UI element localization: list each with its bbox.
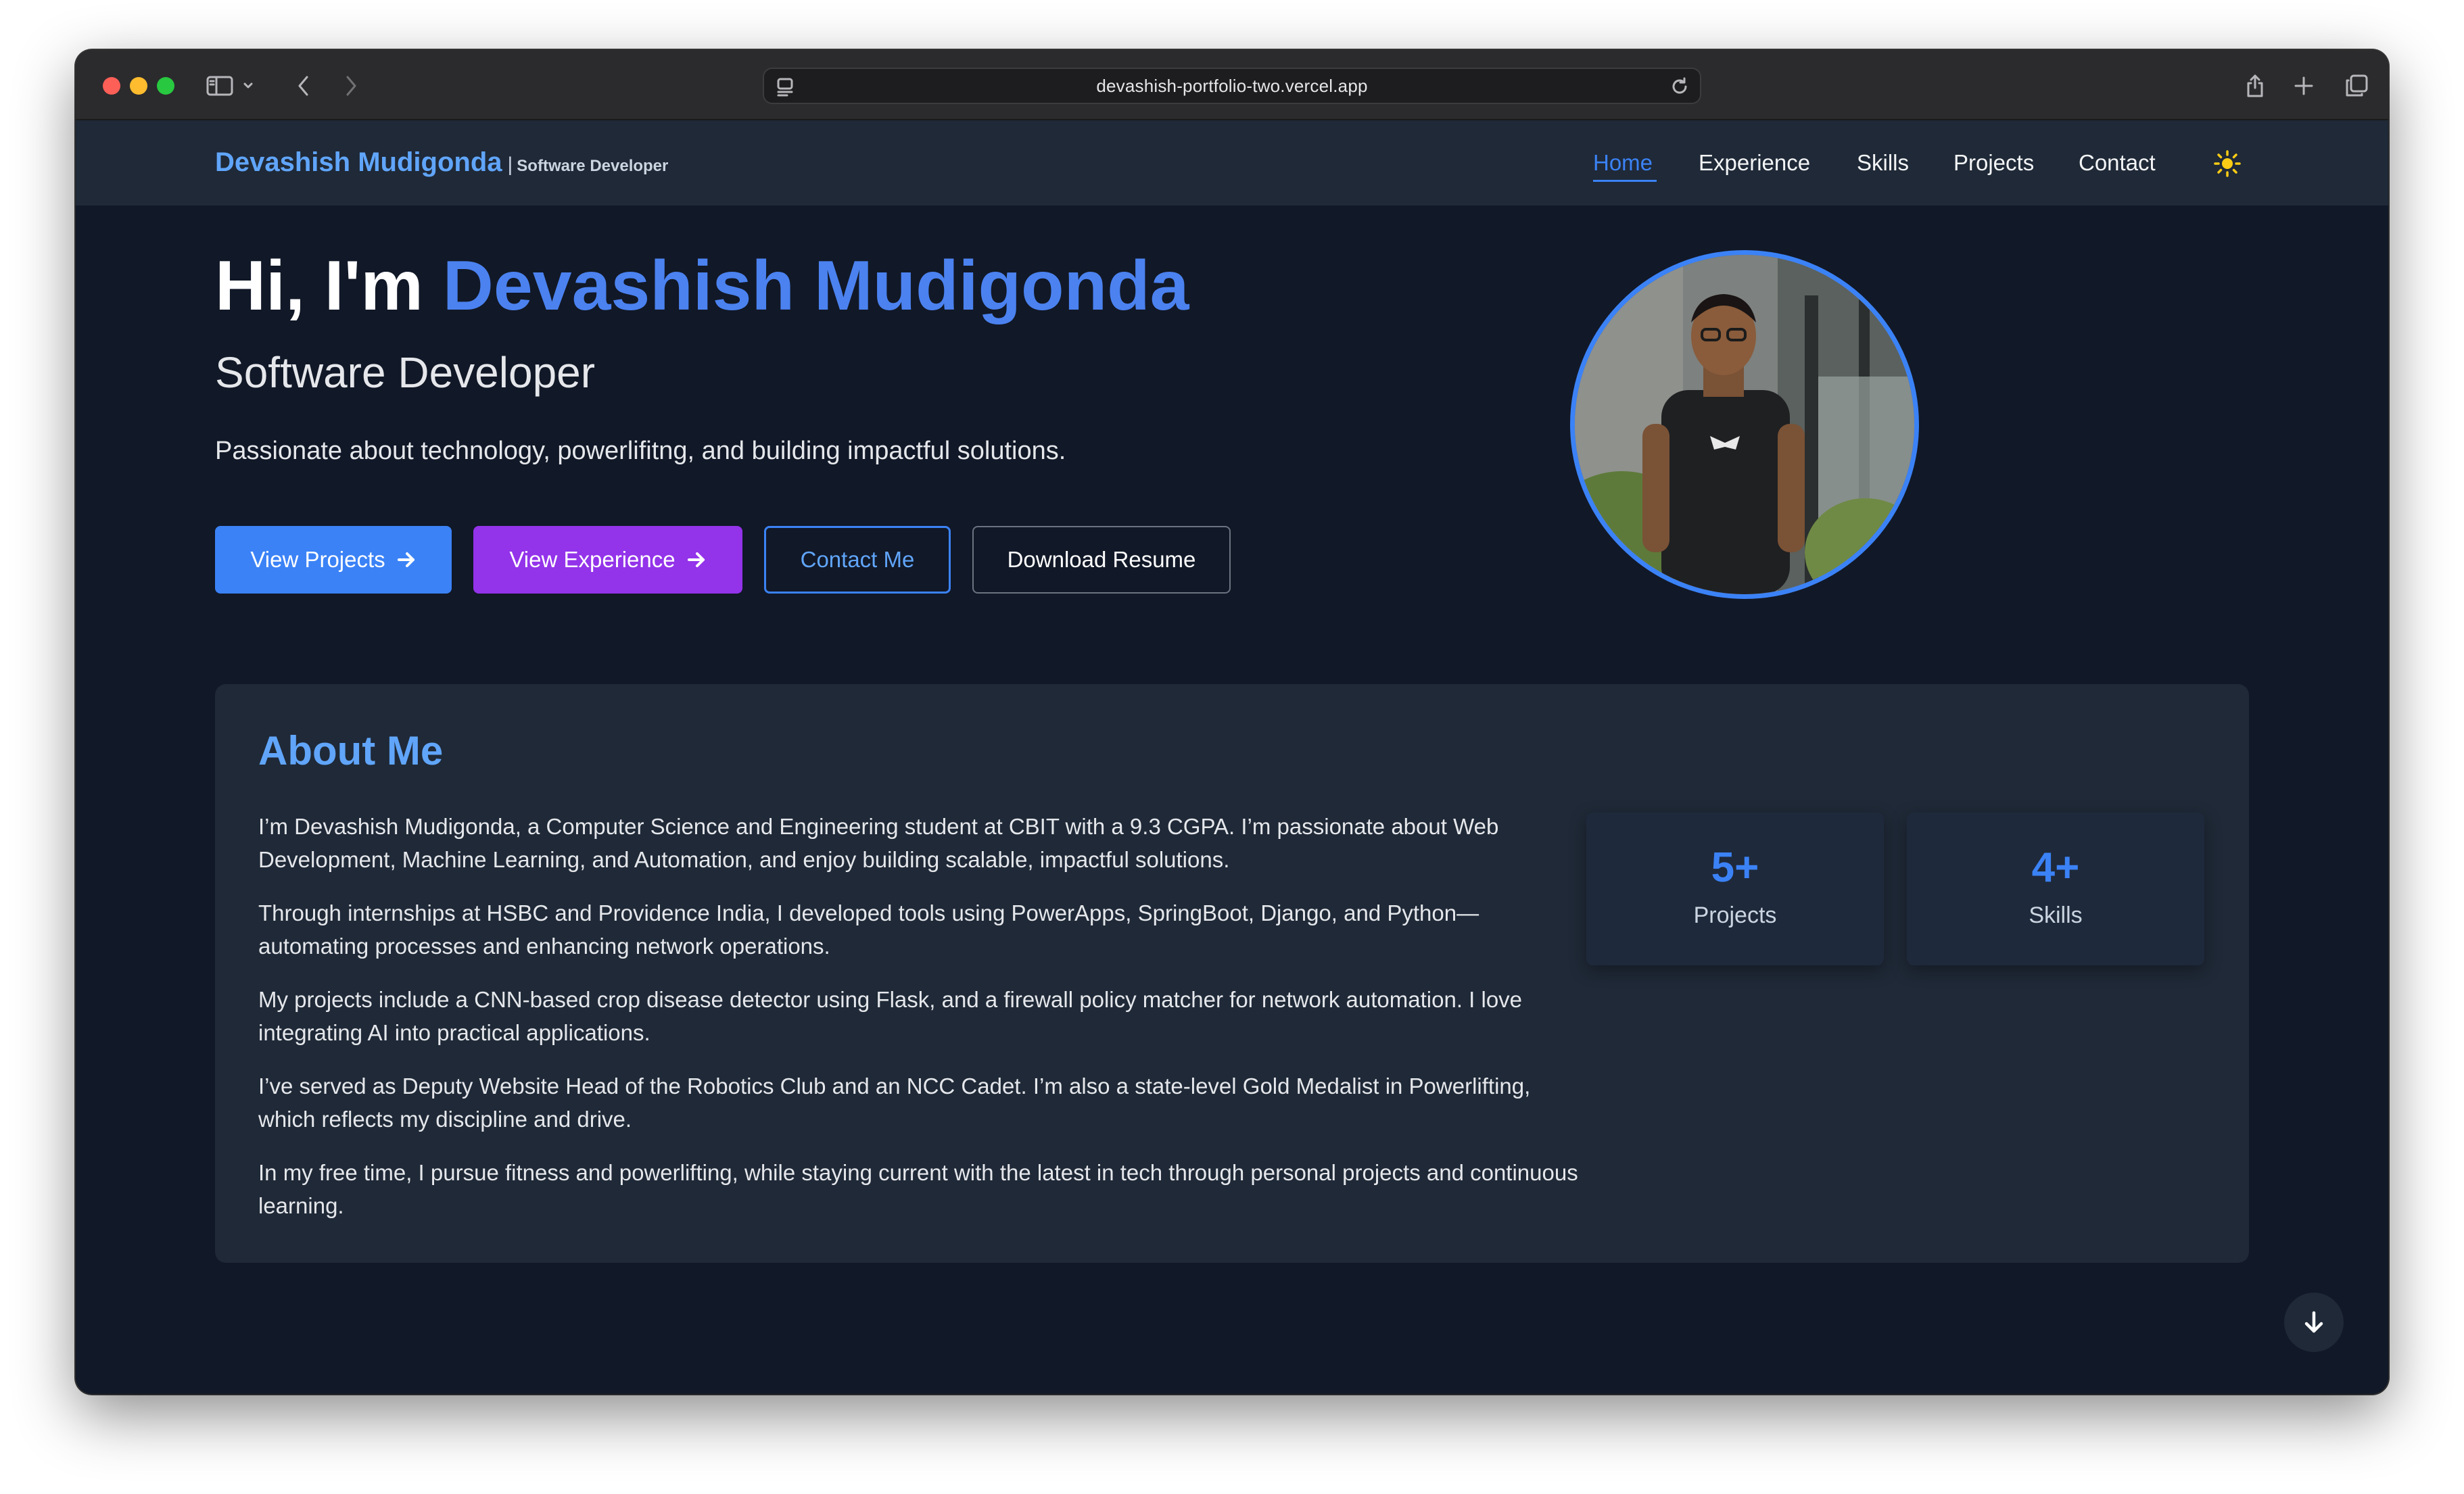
hero-name: Devashish Mudigonda xyxy=(442,247,1189,325)
sidebar-icon[interactable] xyxy=(202,68,238,104)
about-section: About Me I’m Devashish Mudigonda, a Comp… xyxy=(215,684,2249,1263)
stat-value: 4+ xyxy=(2031,844,2080,891)
hero-description: Passionate about technology, powerlifitn… xyxy=(215,437,1066,465)
stat-label: Projects xyxy=(1693,902,1777,928)
about-text: I’m Devashish Mudigonda, a Computer Scie… xyxy=(258,810,1584,1243)
about-paragraph: Through internships at HSBC and Providen… xyxy=(258,900,1479,959)
new-tab-icon[interactable] xyxy=(2285,68,2322,104)
share-icon[interactable] xyxy=(2237,68,2273,104)
view-projects-label: View Projects xyxy=(250,547,385,572)
zoom-window-button[interactable] xyxy=(157,77,174,95)
profile-photo xyxy=(1570,250,1919,599)
browser-titlebar: devashish-portfolio-two.vercel.app xyxy=(76,50,2388,120)
hero-role: Software Developer xyxy=(215,348,596,397)
close-window-button[interactable] xyxy=(103,77,120,95)
active-nav-indicator xyxy=(1593,180,1657,182)
about-paragraph: My projects include a CNN-based crop dis… xyxy=(258,987,1523,1045)
nav-link-projects[interactable]: Projects xyxy=(1953,150,2034,176)
brand-name: Devashish Mudigonda xyxy=(215,147,502,177)
site-navbar: Devashish Mudigonda | Software Developer… xyxy=(76,120,2388,206)
arrow-down-icon xyxy=(2304,1311,2323,1333)
arrow-right-icon xyxy=(397,552,414,567)
nav-link-contact[interactable]: Contact xyxy=(2079,150,2156,176)
scroll-down-button[interactable] xyxy=(2284,1293,2344,1352)
address-bar[interactable]: devashish-portfolio-two.vercel.app xyxy=(763,68,1701,104)
tabs-overview-icon[interactable] xyxy=(2338,68,2375,104)
brand-role: Software Developer xyxy=(517,157,669,175)
download-resume-button[interactable]: Download Resume xyxy=(972,526,1231,594)
about-paragraph: I’ve served as Deputy Website Head of th… xyxy=(258,1074,1531,1132)
view-experience-button[interactable]: View Experience xyxy=(473,526,742,594)
hero-greeting: Hi, I'm xyxy=(215,247,423,325)
arrow-right-icon xyxy=(687,552,705,567)
stat-value: 5+ xyxy=(1711,844,1759,891)
page-icon xyxy=(776,77,794,101)
stat-card-skills: 4+ Skills xyxy=(1907,813,2204,965)
back-icon[interactable] xyxy=(285,68,322,104)
forward-icon[interactable] xyxy=(333,68,369,104)
contact-me-button[interactable]: Contact Me xyxy=(764,526,951,594)
view-experience-label: View Experience xyxy=(509,547,676,572)
view-projects-button[interactable]: View Projects xyxy=(215,526,452,594)
browser-window: devashish-portfolio-two.vercel.app Devas… xyxy=(76,50,2388,1394)
download-resume-label: Download Resume xyxy=(1007,547,1196,572)
stat-card-projects: 5+ Projects xyxy=(1586,813,1884,965)
about-paragraph: In my free time, I pursue fitness and po… xyxy=(258,1160,1578,1218)
nav-link-experience[interactable]: Experience xyxy=(1699,150,1810,176)
reload-icon[interactable] xyxy=(1669,76,1690,101)
about-title: About Me xyxy=(258,728,444,773)
chevron-down-icon[interactable] xyxy=(238,68,258,104)
nav-link-home[interactable]: Home xyxy=(1593,150,1653,176)
url-text: devashish-portfolio-two.vercel.app xyxy=(1096,75,1368,96)
stat-label: Skills xyxy=(2029,902,2083,928)
brand[interactable]: Devashish Mudigonda | Software Developer xyxy=(215,147,668,178)
brand-separator: | xyxy=(507,153,513,176)
about-paragraph: I’m Devashish Mudigonda, a Computer Scie… xyxy=(258,814,1499,872)
nav-link-skills[interactable]: Skills xyxy=(1857,150,1909,176)
hero-title: Hi, I'm Devashish Mudigonda xyxy=(215,246,1189,327)
minimize-window-button[interactable] xyxy=(130,77,147,95)
contact-me-label: Contact Me xyxy=(800,547,915,572)
sun-icon[interactable] xyxy=(2214,150,2241,177)
